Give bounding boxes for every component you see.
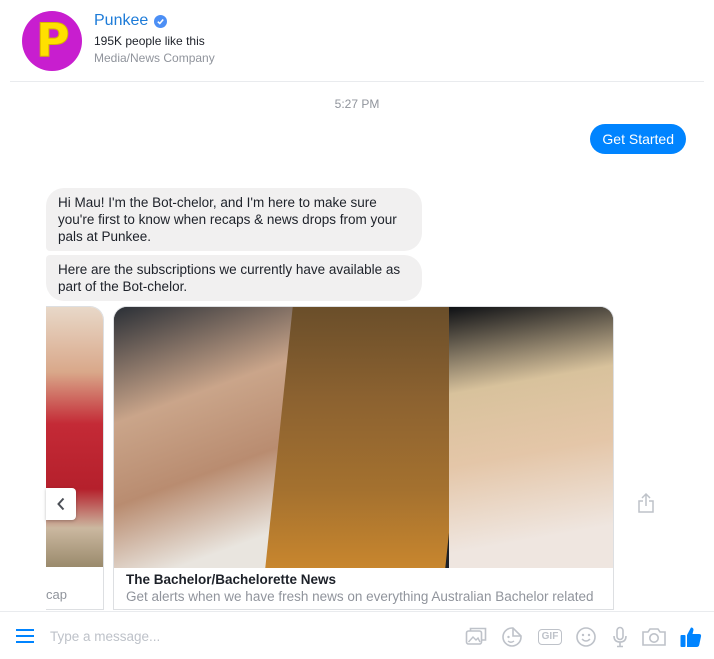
camera-icon[interactable]	[640, 625, 668, 649]
emoji-icon[interactable]	[574, 625, 598, 649]
carousel-card[interactable]: The Bachelor/Bachelorette News Get alert…	[113, 306, 614, 610]
page-likes: 195K people like this	[94, 34, 205, 48]
sticker-icon[interactable]	[500, 625, 524, 649]
menu-icon[interactable]	[14, 627, 36, 645]
verified-icon	[154, 14, 168, 28]
card-subtitle: Get alerts when we have fresh news on ev…	[126, 589, 594, 604]
carousel-card-previous[interactable]: cap	[46, 306, 104, 610]
bot-message-bubble[interactable]: Here are the subscriptions we currently …	[46, 255, 422, 301]
bot-message-bubble[interactable]: Hi Mau! I'm the Bot-chelor, and I'm here…	[46, 188, 422, 251]
card-image	[46, 307, 103, 567]
thumbs-up-icon[interactable]	[679, 625, 703, 649]
get-started-message[interactable]: Get Started	[590, 124, 686, 154]
microphone-icon[interactable]	[608, 625, 632, 649]
chevron-left-icon	[57, 497, 65, 511]
messenger-conversation: P Punkee 195K people like this Media/New…	[0, 0, 714, 659]
share-button[interactable]	[634, 490, 658, 516]
card-image-panel	[449, 307, 613, 568]
card-image	[114, 307, 613, 568]
conversation-header: P Punkee 195K people like this Media/New…	[10, 0, 704, 82]
page-category: Media/News Company	[94, 51, 215, 65]
carousel-prev-button[interactable]	[46, 488, 76, 520]
card-caption: cap	[46, 587, 67, 602]
gif-icon[interactable]: GIF	[536, 625, 564, 649]
page-name[interactable]: Punkee	[94, 12, 148, 30]
card-image-panel	[265, 307, 473, 568]
message-input[interactable]	[50, 622, 440, 650]
message-timestamp: 5:27 PM	[334, 97, 380, 111]
card-title: The Bachelor/Bachelorette News	[126, 572, 337, 587]
image-icon[interactable]	[464, 625, 488, 649]
gif-label: GIF	[537, 629, 563, 645]
page-name-row: Punkee	[94, 12, 168, 30]
message-composer: GIF	[0, 611, 714, 659]
share-icon	[638, 492, 654, 513]
avatar-letter: P	[36, 13, 71, 67]
page-avatar[interactable]: P	[22, 11, 82, 71]
